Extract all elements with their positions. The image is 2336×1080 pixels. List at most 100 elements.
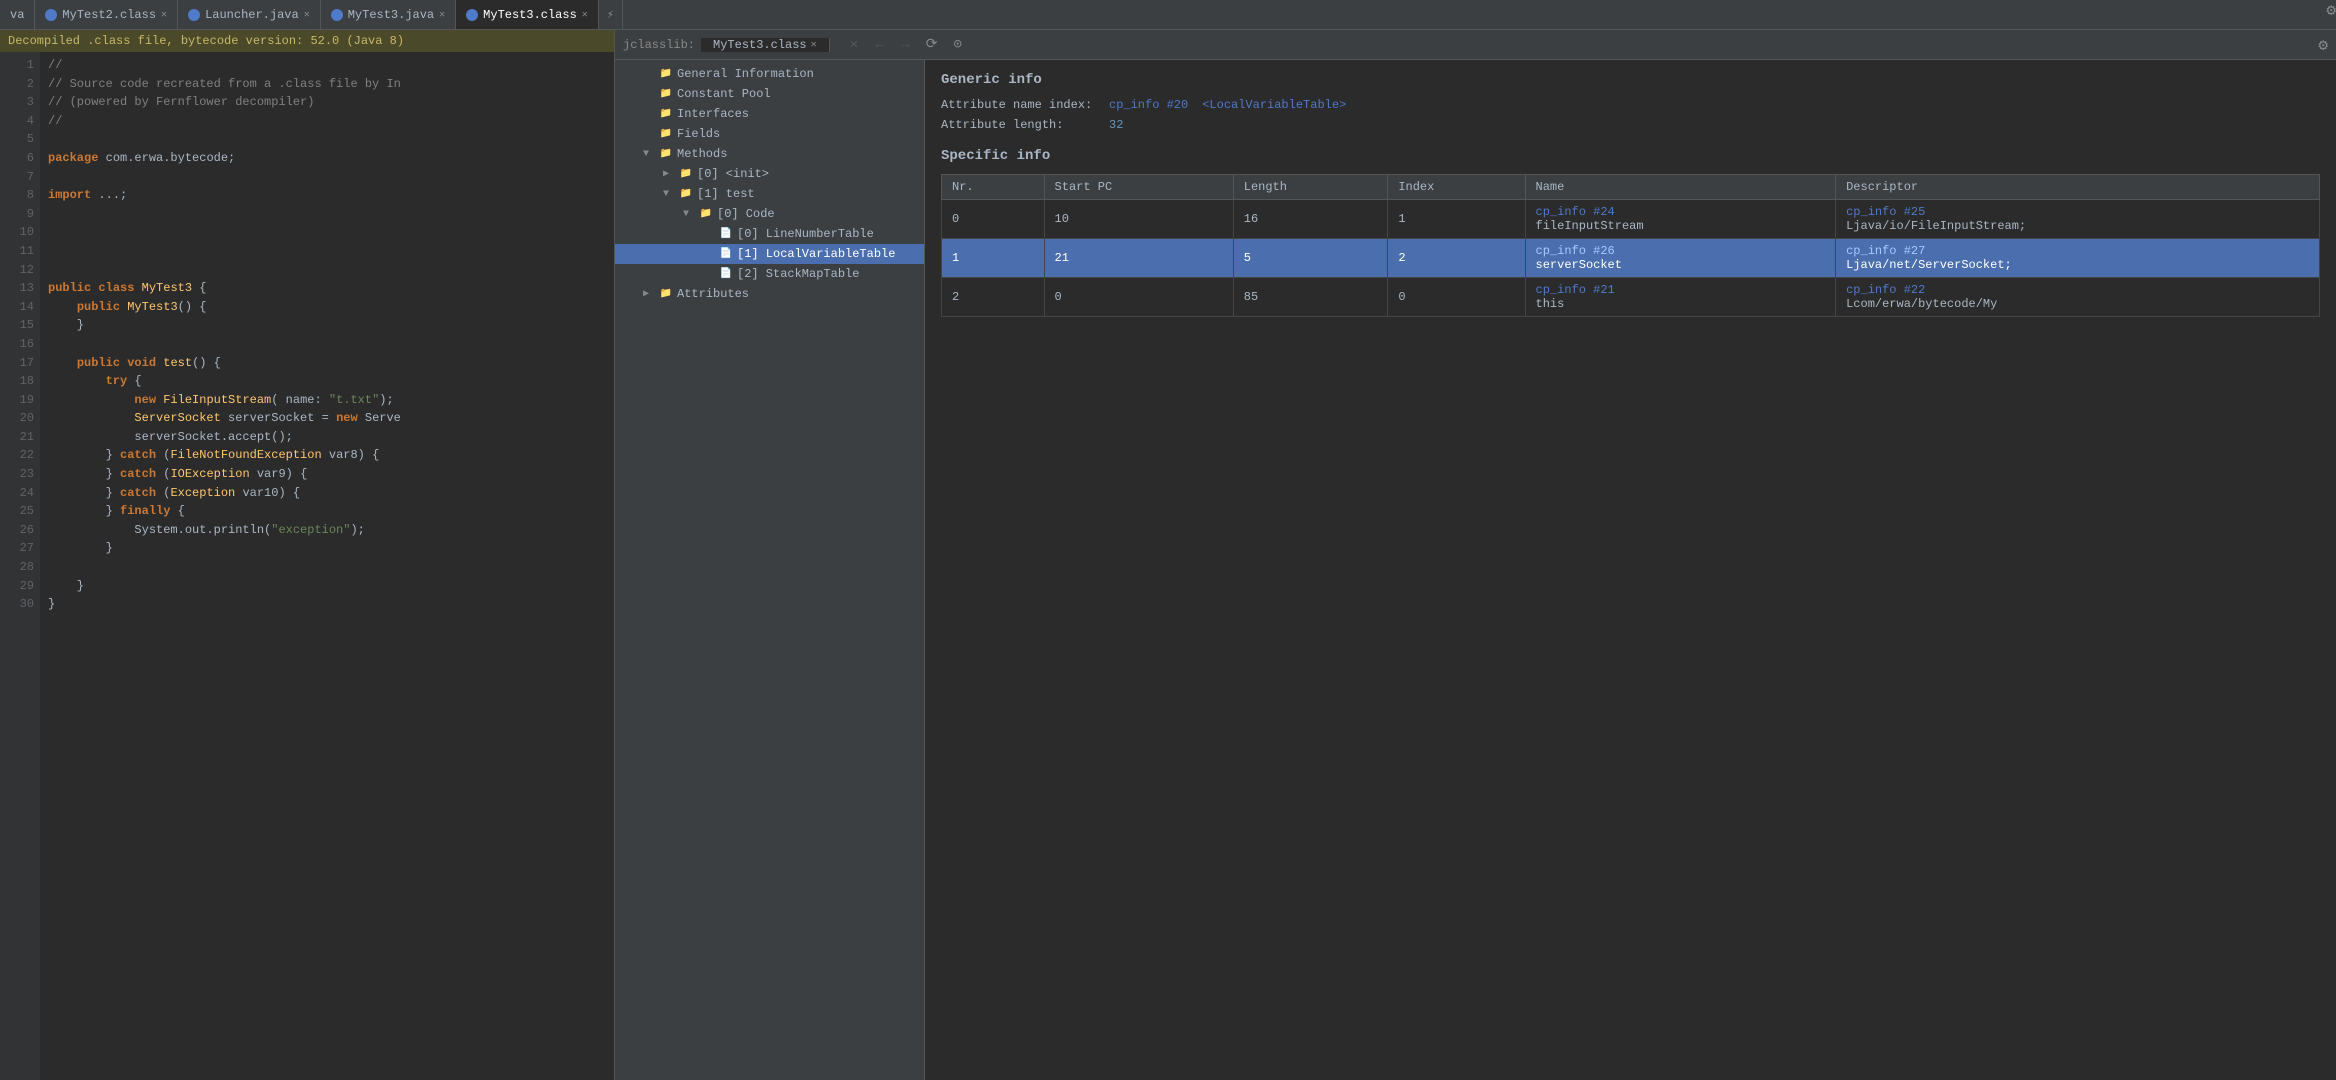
tree-item-label: Constant Pool — [677, 87, 771, 101]
cell-start-pc: 0 — [1044, 278, 1233, 317]
cell-start-pc: 21 — [1044, 239, 1233, 278]
nav-refresh-button[interactable]: ⟳ — [922, 35, 942, 55]
tree-item-lvt[interactable]: 📄 [1] LocalVariableTable — [615, 244, 924, 264]
file-icon: 📄 — [719, 247, 733, 261]
cell-length: 5 — [1233, 239, 1388, 278]
cell-descriptor: cp_info #27 Ljava/net/ServerSocket; — [1836, 239, 2320, 278]
tree-item-methods[interactable]: ▼ 📁 Methods — [615, 144, 924, 164]
tab-mytest3-java-close[interactable]: ✕ — [439, 9, 445, 21]
attr-length-row: Attribute length: 32 — [941, 118, 2320, 132]
tree-arrow: ▼ — [683, 209, 695, 220]
cell-nr: 2 — [942, 278, 1045, 317]
tree-item-label: Attributes — [677, 287, 749, 301]
desc-link[interactable]: cp_info #27 — [1846, 244, 1925, 258]
nav-home-button[interactable]: ⊙ — [948, 35, 968, 55]
attr-length-label: Attribute length: — [941, 118, 1101, 132]
nav-next-button[interactable]: → — [896, 35, 916, 55]
tree-item-label: [0] LineNumberTable — [737, 227, 874, 241]
attr-name-suffix: <LocalVariableTable> — [1202, 98, 1346, 112]
tree-item-methods-test[interactable]: ▼ 📁 [1] test — [615, 184, 924, 204]
table-header-row: Nr. Start PC Length Index Name Descripto… — [942, 175, 2320, 200]
tree-item-fields[interactable]: 📁 Fields — [615, 124, 924, 144]
cell-descriptor: cp_info #22 Lcom/erwa/bytecode/My — [1836, 278, 2320, 317]
table-row[interactable]: 2 0 85 0 cp_info #21 this cp_info #22 Lc… — [942, 278, 2320, 317]
name-link[interactable]: cp_info #26 — [1536, 244, 1615, 258]
tab-mytest3-class-close[interactable]: ✕ — [582, 9, 588, 21]
folder-icon: 📁 — [679, 167, 693, 181]
cell-length: 16 — [1233, 200, 1388, 239]
cell-descriptor: cp_info #25 Ljava/io/FileInputStream; — [1836, 200, 2320, 239]
attr-name-row: Attribute name index: cp_info #20 <Local… — [941, 98, 2320, 112]
tab-mytest3-class[interactable]: MyTest3.class ✕ — [456, 0, 599, 29]
tab-bar: va MyTest2.class ✕ Launcher.java ✕ MyTes… — [0, 0, 2336, 30]
desc-link[interactable]: cp_info #22 — [1846, 283, 1925, 297]
name-plain: this — [1536, 297, 1826, 311]
desc-plain: Ljava/net/ServerSocket; — [1846, 258, 2309, 272]
tree-item-general[interactable]: 📁 General Information — [615, 64, 924, 84]
jclasslib-body: 📁 General Information 📁 Constant Pool 📁 … — [615, 60, 2336, 1080]
tree-item-methods-init[interactable]: ▶ 📁 [0] <init> — [615, 164, 924, 184]
tab-mytest3-java-icon — [331, 9, 343, 21]
tree-item-interfaces[interactable]: 📁 Interfaces — [615, 104, 924, 124]
table-row[interactable]: 1 21 5 2 cp_info #26 serverSocket cp_inf… — [942, 239, 2320, 278]
tab-launcher-close[interactable]: ✕ — [304, 9, 310, 21]
table-row[interactable]: 0 10 16 1 cp_info #24 fileInputStream cp… — [942, 200, 2320, 239]
jclasslib-tab-close[interactable]: ✕ — [811, 39, 817, 51]
specific-info-title: Specific info — [941, 148, 2320, 164]
jclasslib-tab-mytest3[interactable]: MyTest3.class ✕ — [701, 38, 830, 52]
tab-mytest3-java[interactable]: MyTest3.java ✕ — [321, 0, 456, 29]
local-var-table: Nr. Start PC Length Index Name Descripto… — [941, 174, 2320, 317]
code-content[interactable]: 12345 678910 1112131415 1617181920 21222… — [0, 52, 614, 1080]
cell-name: cp_info #24 fileInputStream — [1525, 200, 1836, 239]
tab-group-icon: ⚡ — [599, 0, 623, 29]
tree-item-lnt[interactable]: 📄 [0] LineNumberTable — [615, 224, 924, 244]
tree-item-smt[interactable]: 📄 [2] StackMapTable — [615, 264, 924, 284]
tab-mytest2-icon — [45, 9, 57, 21]
tree-arrow: ▼ — [643, 149, 655, 160]
col-length: Length — [1233, 175, 1388, 200]
name-link[interactable]: cp_info #24 — [1536, 205, 1615, 219]
nav-back-button[interactable]: ✕ — [844, 35, 864, 55]
folder-icon: 📁 — [659, 67, 673, 81]
tree-item-methods-test-code[interactable]: ▼ 📁 [0] Code — [615, 204, 924, 224]
tree-item-label: [0] <init> — [697, 167, 769, 181]
nav-prev-button[interactable]: ← — [870, 35, 890, 55]
folder-icon: 📁 — [659, 107, 673, 121]
tab-launcher-label: Launcher.java — [205, 8, 299, 22]
detail-panel: Generic info Attribute name index: cp_in… — [925, 60, 2336, 1080]
tab-va-label: va — [10, 8, 24, 22]
tab-va[interactable]: va — [0, 0, 35, 29]
desc-link[interactable]: cp_info #25 — [1846, 205, 1925, 219]
code-editor[interactable]: // // Source code recreated from a .clas… — [40, 52, 614, 1080]
jclasslib-tab-label: MyTest3.class — [713, 38, 807, 52]
col-descriptor: Descriptor — [1836, 175, 2320, 200]
tree-item-label: Methods — [677, 147, 727, 161]
jclasslib-settings-icon[interactable]: ⚙ — [2318, 35, 2328, 55]
desc-plain: Lcom/erwa/bytecode/My — [1846, 297, 2309, 311]
tree-arrow: ▶ — [643, 288, 655, 300]
decompile-banner: Decompiled .class file, bytecode version… — [0, 30, 614, 52]
settings-icon[interactable]: ⚙ — [2326, 0, 2336, 29]
cell-name: cp_info #26 serverSocket — [1525, 239, 1836, 278]
tree-arrow: ▼ — [663, 189, 675, 200]
attr-name-label: Attribute name index: — [941, 98, 1101, 112]
tab-mytest3-class-icon — [466, 9, 478, 21]
cell-length: 85 — [1233, 278, 1388, 317]
tab-launcher[interactable]: Launcher.java ✕ — [178, 0, 321, 29]
tab-mytest2[interactable]: MyTest2.class ✕ — [35, 0, 178, 29]
tree-arrow: ▶ — [663, 168, 675, 180]
generic-info-title: Generic info — [941, 72, 2320, 88]
tree-item-constant-pool[interactable]: 📁 Constant Pool — [615, 84, 924, 104]
tree-item-attributes[interactable]: ▶ 📁 Attributes — [615, 284, 924, 304]
tree-item-label: [0] Code — [717, 207, 775, 221]
file-icon: 📄 — [719, 227, 733, 241]
desc-plain: Ljava/io/FileInputStream; — [1846, 219, 2309, 233]
name-link[interactable]: cp_info #21 — [1536, 283, 1615, 297]
attr-name-link[interactable]: cp_info #20 — [1109, 98, 1188, 112]
tab-mytest2-close[interactable]: ✕ — [161, 9, 167, 21]
file-icon: 📄 — [719, 267, 733, 281]
cell-index: 0 — [1388, 278, 1525, 317]
col-index: Index — [1388, 175, 1525, 200]
tree-panel[interactable]: 📁 General Information 📁 Constant Pool 📁 … — [615, 60, 925, 1080]
code-pane: Decompiled .class file, bytecode version… — [0, 30, 615, 1080]
